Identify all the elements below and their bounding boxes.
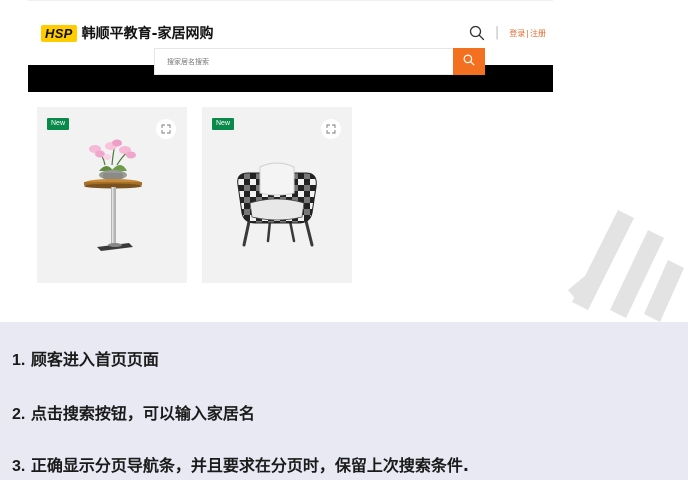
header-actions: | 登录|注册 [469,25,546,41]
requirement-text: 正确显示分页导航条，并且要求在分页时，保留上次搜索条件. [30,456,470,475]
search-box [154,48,485,75]
login-link[interactable]: 登录 [509,29,525,38]
requirement-item: 2. 点击搜索按钮，可以输入家居名 [12,404,255,425]
watermark-decoration [568,210,684,322]
site-header: HSP 韩顺平教育-家居网购 | 登录|注册 [28,0,553,92]
requirement-number: 1. [12,352,26,369]
logo-badge: HSP [41,24,77,42]
register-link[interactable]: 注册 [530,29,546,38]
new-badge: New [212,118,235,130]
auth-separator: | [526,28,529,38]
header-divider [28,0,553,1]
header-separator: | [494,25,500,40]
requirement-number: 2. [12,406,26,423]
requirement-text: 点击搜索按钮，可以输入家居名 [30,404,255,423]
requirement-text: 顾客进入首页页面 [30,350,159,369]
requirement-item: 1. 顾客进入首页页面 [12,350,159,371]
search-input[interactable] [154,48,454,75]
requirement-number: 3. [12,458,26,475]
site-logo[interactable]: HSP 韩顺平教育-家居网购 [41,23,213,43]
search-button[interactable] [453,48,485,75]
product-card[interactable]: New [37,107,187,283]
search-icon [463,54,475,69]
new-badge: New [47,118,70,130]
requirements-panel: 1. 顾客进入首页页面 2. 点击搜索按钮，可以输入家居名 3. 正确显示分页导… [0,322,688,480]
requirement-item: 3. 正确显示分页导航条，并且要求在分页时，保留上次搜索条件. [12,456,469,477]
logo-title: 韩顺平教育-家居网购 [81,26,214,42]
expand-icon[interactable] [156,119,176,139]
search-icon[interactable] [469,25,485,41]
product-image-flower-table [84,139,142,251]
product-card[interactable]: New [202,107,352,283]
product-image-armchair [237,162,317,247]
auth-links: 登录|注册 [509,28,546,39]
expand-icon[interactable] [321,119,341,139]
